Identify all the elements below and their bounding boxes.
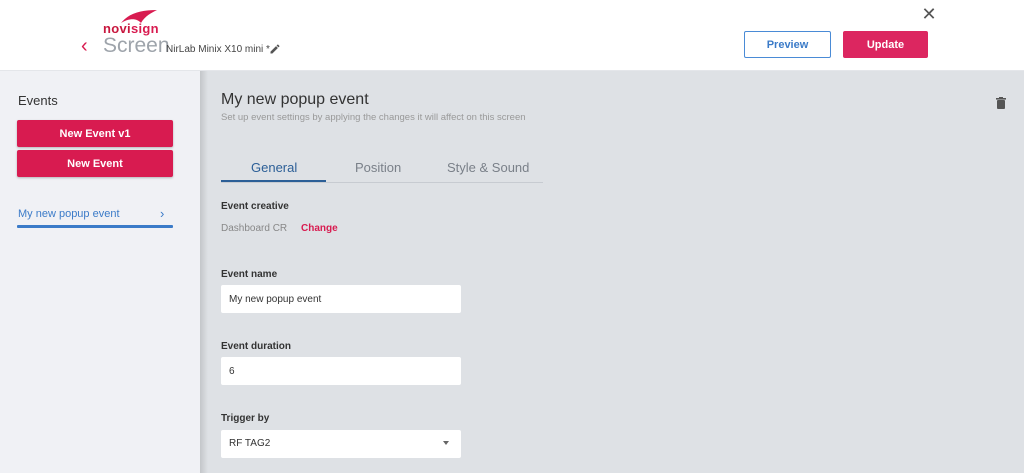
settings-tabs: General Position Style & Sound — [221, 155, 543, 183]
active-tab-indicator — [221, 180, 326, 182]
novisign-logo: novisign — [103, 9, 165, 35]
event-duration-label: Event duration — [221, 341, 292, 352]
chevron-right-icon: › — [160, 206, 165, 221]
tab-position[interactable]: Position — [355, 160, 401, 175]
pencil-icon[interactable] — [269, 43, 281, 55]
new-event-button[interactable]: New Event — [17, 150, 173, 177]
page-subtitle: Set up event settings by applying the ch… — [221, 112, 526, 123]
top-header: novisign ‹ Screen NirLab Minix X10 mini … — [0, 0, 1024, 71]
tab-general[interactable]: General — [251, 160, 297, 175]
dropdown-arrow-icon — [443, 441, 449, 445]
tab-style-sound[interactable]: Style & Sound — [447, 160, 529, 175]
device-name: NirLab Minix X10 mini * — [166, 44, 270, 55]
event-name-input[interactable] — [221, 285, 461, 313]
event-duration-input[interactable] — [221, 357, 461, 385]
change-creative-link[interactable]: Change — [301, 223, 338, 234]
sidebar-item-my-new-popup-event[interactable]: My new popup event › — [17, 205, 173, 229]
back-chevron-icon[interactable]: ‹ — [81, 36, 93, 56]
event-name-label: Event name — [221, 269, 278, 280]
sidebar-item-label: My new popup event — [18, 208, 120, 220]
close-icon[interactable]: ✕ — [921, 5, 937, 23]
trash-icon[interactable] — [996, 97, 1006, 109]
trigger-by-value: RF TAG2 — [229, 438, 271, 449]
preview-button[interactable]: Preview — [744, 31, 831, 58]
sidebar-title: Events — [18, 93, 58, 108]
page-title: My new popup event — [221, 91, 369, 108]
update-button[interactable]: Update — [843, 31, 928, 58]
event-settings-panel: My new popup event Set up event settings… — [200, 71, 1024, 473]
new-event-v1-button[interactable]: New Event v1 — [17, 120, 173, 147]
sidebar-item-active-underline — [17, 225, 173, 228]
trigger-by-label: Trigger by — [221, 413, 270, 424]
screen-title: Screen — [103, 34, 170, 57]
panel-shadow — [200, 71, 208, 473]
event-creative-value: Dashboard CR — [221, 223, 288, 234]
trigger-by-select[interactable]: RF TAG2 — [221, 430, 461, 458]
events-sidebar: Events New Event v1 New Event My new pop… — [0, 71, 200, 473]
event-creative-label: Event creative — [221, 201, 289, 212]
